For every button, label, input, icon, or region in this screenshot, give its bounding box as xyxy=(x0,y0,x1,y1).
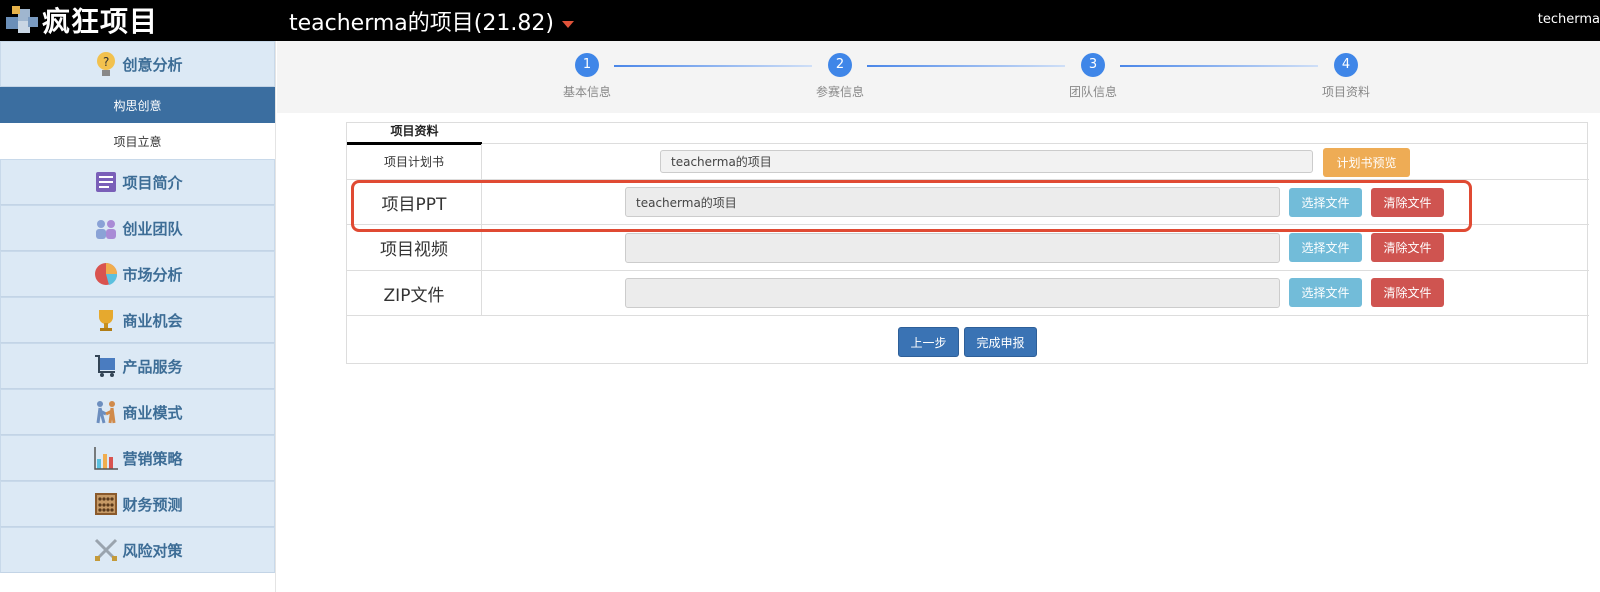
prev-step-button[interactable]: 上一步 xyxy=(898,327,959,357)
sidebar-item-business-model[interactable]: 商业模式 xyxy=(0,389,275,435)
sidebar-item-market[interactable]: 市场分析 xyxy=(0,251,275,297)
step-label: 团队信息 xyxy=(1068,85,1117,99)
step-basic-info[interactable]: 1 基本信息 xyxy=(537,53,637,100)
project-title-dropdown[interactable]: teacherma的项目(21.82) xyxy=(289,5,574,37)
bar-chart-icon xyxy=(92,444,120,472)
video-file-field[interactable] xyxy=(625,233,1280,263)
lightbulb-icon: ? xyxy=(92,50,120,78)
step-connector xyxy=(1120,65,1318,67)
sidebar-subitem-project-purpose[interactable]: 项目立意 xyxy=(0,123,275,159)
video-choose-file-button[interactable]: 选择文件 xyxy=(1289,233,1362,262)
sidebar-item-team[interactable]: 创业团队 xyxy=(0,205,275,251)
caret-down-icon xyxy=(561,20,574,28)
step-label: 参赛信息 xyxy=(815,85,864,99)
sidebar-item-label: 项目简介 xyxy=(122,173,183,192)
user-name[interactable]: techerma xyxy=(1538,12,1600,27)
pie-chart-icon xyxy=(92,260,120,288)
table-row: ZIP文件 选择文件 清除文件 xyxy=(347,271,1589,316)
svg-text:?: ? xyxy=(103,55,109,69)
sidebar-item-label: 市场分析 xyxy=(122,265,183,284)
logo-cubes-icon xyxy=(6,6,38,33)
sidebar-item-risk[interactable]: 风险对策 xyxy=(0,527,275,573)
notebook-icon xyxy=(92,168,120,196)
row-label: 项目计划书 xyxy=(347,144,482,179)
step-number: 1 xyxy=(575,53,599,77)
top-bar: 疯狂项目 teacherma的项目(21.82) techerma xyxy=(0,0,1600,41)
step-project-materials[interactable]: 4 项目资料 xyxy=(1296,53,1396,100)
sidebar-item-label: 产品服务 xyxy=(122,357,183,376)
team-icon xyxy=(92,214,120,242)
plan-preview-button[interactable]: 计划书预览 xyxy=(1323,148,1410,177)
sidebar: ? 创意分析 构思创意 项目立意 项目简介 创业团队 市场分析 商业机会 产品服… xyxy=(0,41,276,592)
sidebar-item-opportunity[interactable]: 商业机会 xyxy=(0,297,275,343)
sidebar-item-label: 风险对策 xyxy=(122,541,183,560)
zip-choose-file-button[interactable]: 选择文件 xyxy=(1289,278,1362,307)
sidebar-item-idea-analysis[interactable]: ? 创意分析 xyxy=(0,41,275,87)
submit-button[interactable]: 完成申报 xyxy=(964,327,1037,357)
step-number: 4 xyxy=(1334,53,1358,77)
logo-text: 疯狂项目 xyxy=(42,5,159,38)
table-row: 项目计划书 teacherma的项目 计划书预览 xyxy=(347,144,1589,180)
step-number: 2 xyxy=(828,53,852,77)
video-clear-file-button[interactable]: 清除文件 xyxy=(1371,233,1444,262)
step-label: 项目资料 xyxy=(1321,85,1370,99)
step-connector xyxy=(867,65,1065,67)
sidebar-subitem-brainstorm[interactable]: 构思创意 xyxy=(0,87,275,123)
progress-steps: 1 基本信息 2 参赛信息 3 团队信息 4 项目资料 xyxy=(277,41,1600,113)
zip-file-field[interactable] xyxy=(625,278,1280,308)
sidebar-item-label: 商业模式 xyxy=(122,403,183,422)
zip-clear-file-button[interactable]: 清除文件 xyxy=(1371,278,1444,307)
sidebar-item-label: 创业团队 xyxy=(122,219,183,238)
cart-icon xyxy=(92,352,120,380)
materials-panel: 项目资料 项目计划书 teacherma的项目 计划书预览 项目PPT teac… xyxy=(346,122,1589,364)
step-label: 基本信息 xyxy=(562,85,611,99)
trophy-icon xyxy=(92,306,120,334)
swords-icon xyxy=(92,536,120,564)
handshake-icon xyxy=(92,398,120,426)
tab-project-materials[interactable]: 项目资料 xyxy=(347,123,482,145)
sidebar-item-label: 商业机会 xyxy=(122,311,183,330)
abacus-icon xyxy=(92,490,120,518)
sidebar-item-finance[interactable]: 财务预测 xyxy=(0,481,275,527)
row-label: ZIP文件 xyxy=(347,271,482,315)
step-connector xyxy=(614,65,812,67)
project-title: teacherma的项目(21.82) xyxy=(289,11,554,36)
step-team-info[interactable]: 3 团队信息 xyxy=(1043,53,1143,100)
highlight-box xyxy=(351,180,1472,232)
logo[interactable]: 疯狂项目 xyxy=(4,2,158,38)
sidebar-item-marketing[interactable]: 营销策略 xyxy=(0,435,275,481)
sidebar-item-label: 营销策略 xyxy=(122,449,183,468)
sidebar-item-project-intro[interactable]: 项目简介 xyxy=(0,159,275,205)
sidebar-item-product[interactable]: 产品服务 xyxy=(0,343,275,389)
step-competition-info[interactable]: 2 参赛信息 xyxy=(790,53,890,100)
sidebar-item-label: 创意分析 xyxy=(122,55,183,74)
step-number: 3 xyxy=(1081,53,1105,77)
sidebar-item-label: 财务预测 xyxy=(122,495,183,514)
plan-file-field[interactable]: teacherma的项目 xyxy=(660,150,1313,173)
